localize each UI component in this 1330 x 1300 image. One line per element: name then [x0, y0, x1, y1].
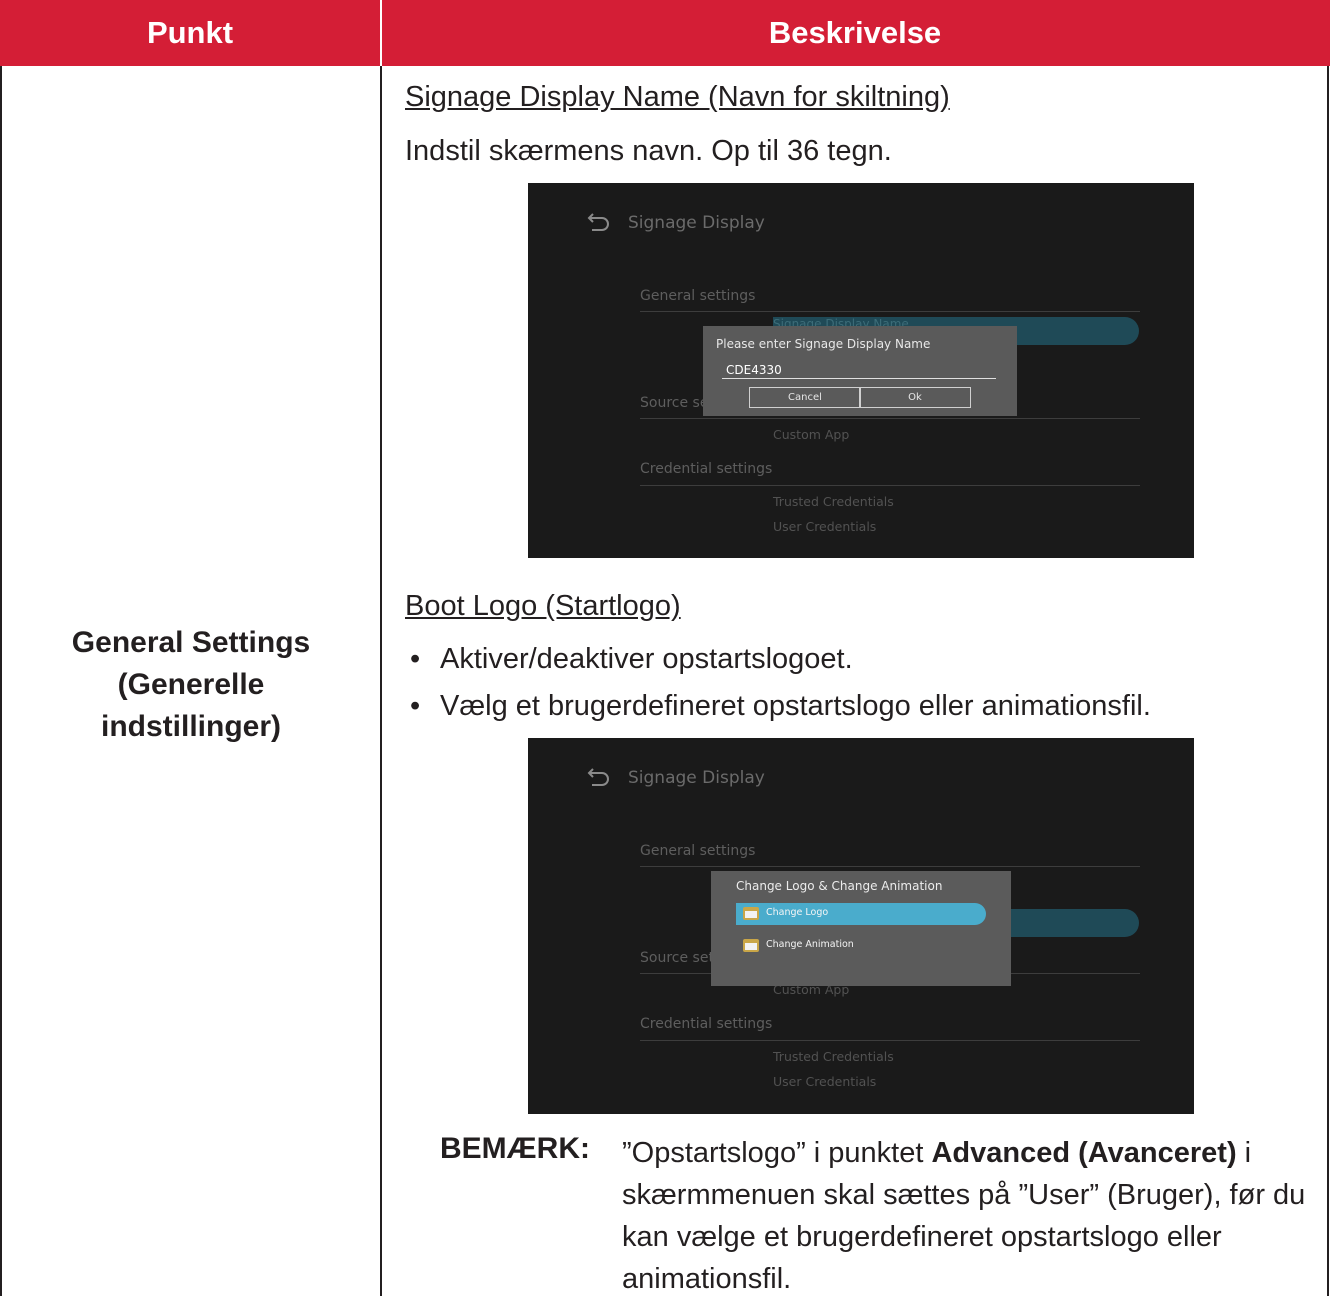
screenshot-boot-logo: Signage Display General settings Source … [528, 738, 1194, 1114]
note-text: ”Opstartslogo” i punktet Advanced (Avanc… [622, 1132, 1322, 1300]
dialog-title: Change Logo & Change Animation [736, 879, 943, 893]
column-header-item: Punkt [146, 15, 234, 50]
bullet-item: • Aktiver/deaktiver opstartslogoet. [410, 643, 853, 676]
display-name-input[interactable]: CDE4330 [726, 363, 782, 377]
option-change-logo[interactable]: Change Logo [736, 903, 986, 925]
setting-custom-app[interactable]: Custom App [773, 427, 849, 442]
bullet-dot: • [410, 643, 421, 675]
column-header-description: Beskrivelse [768, 15, 942, 50]
bullet-text: Vælg et brugerdefineret opstartslogo ell… [440, 690, 1151, 722]
table-border-right [1327, 66, 1329, 1296]
change-logo-dialog: Change Logo & Change Animation Change Lo… [711, 871, 1011, 986]
screen-title: Signage Display [628, 768, 765, 788]
section-text-display-name: Indstil skærmens navn. Op til 36 tegn. [405, 135, 892, 167]
bullet-text: Aktiver/deaktiver opstartslogoet. [440, 643, 853, 675]
folder-icon [743, 907, 759, 920]
note-label: BEMÆRK: [440, 1132, 590, 1165]
setting-trusted-credentials[interactable]: Trusted Credentials [773, 494, 894, 509]
option-change-animation[interactable]: Change Animation [736, 935, 986, 957]
screenshot-display-name: Signage Display General settings Signage… [528, 183, 1194, 558]
cancel-button[interactable]: Cancel [749, 387, 861, 408]
dialog-title: Please enter Signage Display Name [716, 337, 931, 351]
settings-table: Punkt Beskrivelse General Settings (Gene… [0, 0, 1330, 1296]
category-credential-settings: Credential settings [640, 1016, 773, 1032]
item-name-line2: (Generelle [117, 668, 265, 701]
divider-line [640, 866, 1140, 867]
divider-line [640, 311, 1140, 312]
category-source-settings: Source set [640, 950, 714, 966]
folder-icon [743, 939, 759, 952]
item-name-line3: indstillinger) [101, 710, 281, 743]
item-name-cell: General Settings (Generelle indstillinge… [2, 622, 380, 748]
back-arrow-icon [587, 213, 609, 231]
name-input-dialog: Please enter Signage Display Name CDE433… [703, 326, 1017, 416]
section-title-display-name: Signage Display Name (Navn for skiltning… [405, 81, 950, 113]
divider-line [640, 485, 1140, 486]
section-title-boot-logo: Boot Logo (Startlogo) [405, 590, 681, 622]
item-name-line1: General Settings [71, 626, 311, 659]
option-label: Change Animation [766, 939, 854, 950]
screen-title: Signage Display [628, 213, 765, 233]
table-header: Punkt Beskrivelse [0, 0, 1330, 66]
option-label: Change Logo [766, 907, 829, 918]
category-general-settings: General settings [640, 288, 756, 304]
category-general-settings: General settings [640, 843, 756, 859]
category-credential-settings: Credential settings [640, 461, 773, 477]
category-source-settings: Source se [640, 395, 709, 411]
note-text-bold: Advanced (Avanceret) [931, 1137, 1237, 1169]
bullet-dot: • [410, 690, 421, 722]
setting-trusted-credentials[interactable]: Trusted Credentials [773, 1049, 894, 1064]
bullet-item: • Vælg et brugerdefineret opstartslogo el… [410, 690, 1151, 723]
table-border-middle [380, 66, 382, 1296]
input-underline [722, 378, 996, 379]
divider-line [640, 418, 1140, 419]
note-text-part1: ”Opstartslogo” i punktet [622, 1137, 932, 1169]
setting-user-credentials[interactable]: User Credentials [773, 1074, 876, 1089]
setting-user-credentials[interactable]: User Credentials [773, 519, 876, 534]
ok-button[interactable]: Ok [859, 387, 971, 408]
back-arrow-icon [587, 768, 609, 786]
divider-line [640, 1040, 1140, 1041]
